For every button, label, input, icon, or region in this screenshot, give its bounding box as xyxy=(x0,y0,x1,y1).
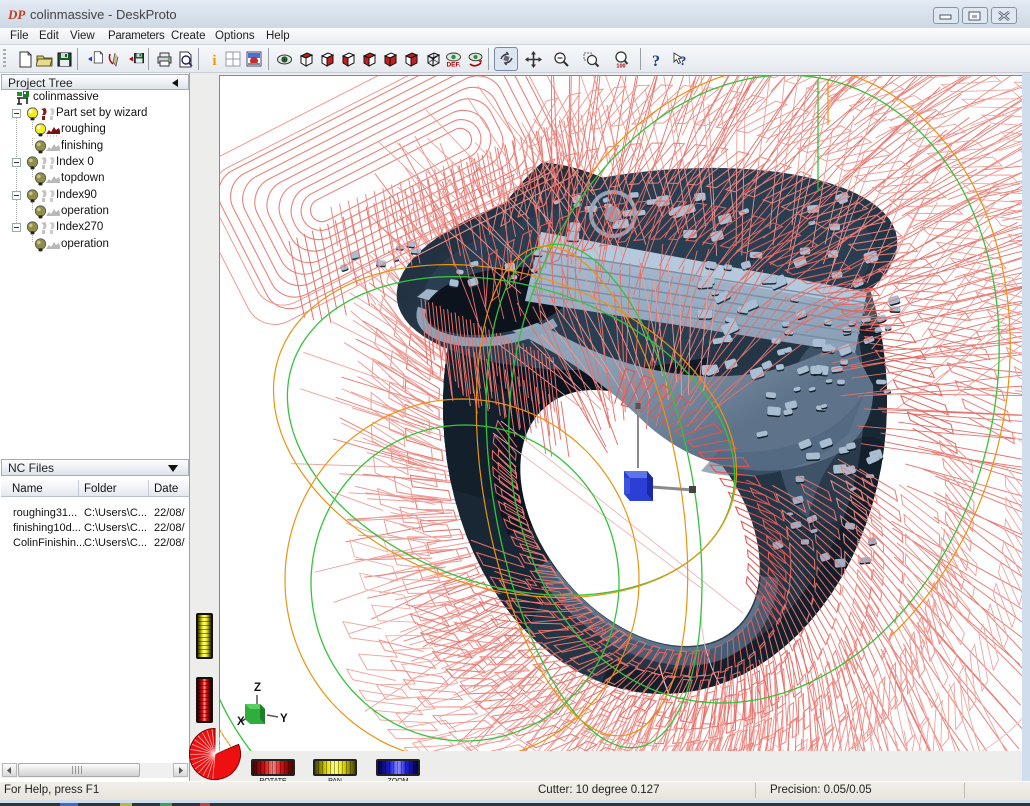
svg-text:100: 100 xyxy=(616,64,625,69)
svg-text:i: i xyxy=(212,53,216,68)
svg-text:DEF.: DEF. xyxy=(446,62,460,69)
svg-text:Z: Z xyxy=(254,682,261,694)
svg-text:?: ? xyxy=(680,53,687,68)
svg-text:X: X xyxy=(237,716,245,728)
svg-text:?: ? xyxy=(652,53,660,68)
svg-text:Y: Y xyxy=(280,713,288,725)
